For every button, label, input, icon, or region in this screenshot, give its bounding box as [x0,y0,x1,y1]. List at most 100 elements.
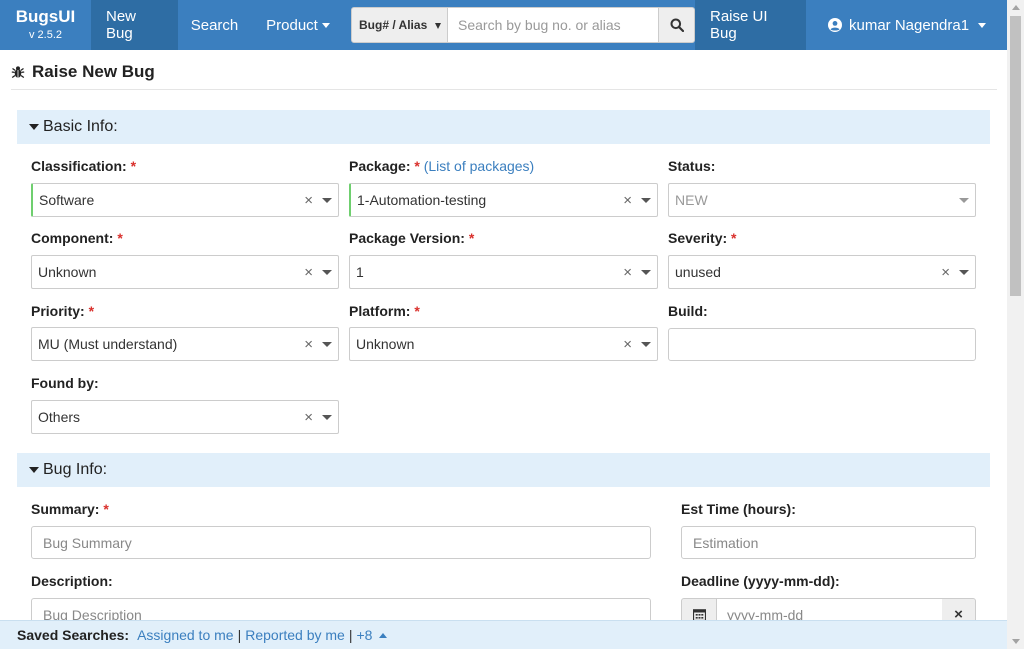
est-time-input[interactable]: Estimation [681,526,976,559]
required-marker: * [130,158,137,174]
required-marker: * [468,230,475,246]
component-label-text: Component: [31,230,114,246]
chevron-down-icon[interactable] [322,198,332,203]
bug-info-heading: Bug Info: [43,461,108,478]
required-marker: * [117,230,123,246]
scroll-down-icon[interactable] [1012,639,1020,644]
chevron-down-icon[interactable] [322,342,332,347]
nav-product-label: Product [266,16,318,34]
clear-icon[interactable]: × [304,264,313,281]
chevron-down-icon[interactable] [959,270,969,275]
scrollbar-thumb[interactable] [1010,16,1021,296]
chevron-down-icon[interactable] [641,342,651,347]
clear-icon[interactable]: × [623,264,632,281]
clear-icon[interactable]: × [941,264,950,281]
saved-search-more[interactable]: +8 [356,627,372,643]
summary-label: Summary: * [31,501,109,517]
found-by-label-text: Found by: [31,375,99,391]
component-label: Component: * [31,230,123,246]
found-by-select[interactable]: Others × [31,400,339,434]
severity-value: unused [675,264,721,280]
status-label-text: Status: [668,158,716,174]
platform-select[interactable]: Unknown × [349,327,658,361]
package-label-text: Package: [349,158,411,174]
list-of-packages-link[interactable]: (List of packages) [424,158,535,174]
severity-select[interactable]: unused × [668,255,976,289]
chevron-down-icon[interactable] [322,415,332,420]
deadline-label: Deadline (yyyy-mm-dd): [681,573,840,589]
required-marker: * [414,158,420,174]
clear-icon[interactable]: × [623,336,632,353]
status-value: NEW [675,192,708,208]
classification-select[interactable]: Software × [31,183,339,217]
basic-info-heading: Basic Info: [43,118,118,135]
saved-search-reported[interactable]: Reported by me [245,627,345,643]
required-marker: * [414,303,420,319]
required-marker: * [88,303,95,319]
component-value: Unknown [38,264,97,280]
chevron-up-icon[interactable] [379,632,388,638]
caret-down-icon [29,124,39,130]
quick-search-group: Bug# / Alias Search by bug no. or alias [351,0,695,50]
priority-label-text: Priority: [31,303,85,319]
platform-value: Unknown [356,336,415,352]
chevron-down-icon[interactable] [641,270,651,275]
found-by-label: Found by: [31,375,99,391]
est-time-label: Est Time (hours): [681,501,796,517]
priority-select[interactable]: MU (Must understand) × [31,327,339,361]
search-button[interactable] [659,7,695,43]
clear-icon[interactable]: × [304,409,313,426]
package-select[interactable]: 1-Automation-testing × [349,183,658,217]
chevron-down-icon[interactable] [322,270,332,275]
nav-product-dropdown[interactable]: Product [251,0,345,50]
search-icon [670,18,684,32]
page-title: Raise New Bug [11,60,155,84]
search-type-dropdown[interactable]: Bug# / Alias [351,7,448,43]
nav-user-menu[interactable]: kumar Nagendra1 [818,0,996,50]
separator: | [237,627,242,643]
clear-icon[interactable]: × [304,192,313,209]
required-marker: * [103,501,109,517]
component-select[interactable]: Unknown × [31,255,339,289]
platform-label: Platform: * [349,303,420,319]
scroll-up-icon[interactable] [1012,5,1020,10]
nav-search[interactable]: Search [178,0,251,50]
basic-info-header[interactable]: Basic Info: [17,110,990,144]
search-input[interactable]: Search by bug no. or alias [448,7,659,43]
brand[interactable]: BugsUI v 2.5.2 [0,0,91,50]
clear-icon[interactable]: × [304,336,313,353]
nav-new-bug[interactable]: New Bug [91,0,178,50]
package-version-label: Package Version: * [349,230,474,246]
caret-down-icon [29,467,39,473]
user-circle-icon [828,18,842,32]
classification-label: Classification: * [31,158,136,174]
package-version-value: 1 [356,264,364,280]
saved-searches-bar: Saved Searches: Assigned to me | Reporte… [0,620,1007,649]
est-time-label-text: Est Time (hours): [681,501,796,517]
clear-icon[interactable]: × [623,192,632,209]
priority-label: Priority: * [31,303,94,319]
separator: | [348,627,353,643]
chevron-down-icon [321,22,330,28]
build-input[interactable] [668,328,976,361]
divider [11,89,997,90]
nav-raise-ui-bug[interactable]: Raise UI Bug [695,0,806,50]
status-select: NEW [668,183,976,217]
classification-label-text: Classification: [31,158,127,174]
page-title-text: Raise New Bug [32,62,155,81]
package-version-select[interactable]: 1 × [349,255,658,289]
status-label: Status: [668,158,715,174]
platform-label-text: Platform: [349,303,411,319]
bug-info-header[interactable]: Bug Info: [17,453,990,487]
user-name: kumar Nagendra1 [849,16,970,34]
scrollbar[interactable] [1007,0,1024,649]
brand-name: BugsUI [15,7,76,26]
build-label-text: Build: [668,303,708,319]
package-value: 1-Automation-testing [357,192,487,208]
summary-input[interactable]: Bug Summary [31,526,651,559]
package-version-label-text: Package Version: [349,230,465,246]
build-label: Build: [668,303,708,319]
chevron-down-icon[interactable] [641,198,651,203]
saved-search-assigned[interactable]: Assigned to me [137,627,234,643]
deadline-label-text: Deadline (yyyy-mm-dd): [681,573,840,589]
